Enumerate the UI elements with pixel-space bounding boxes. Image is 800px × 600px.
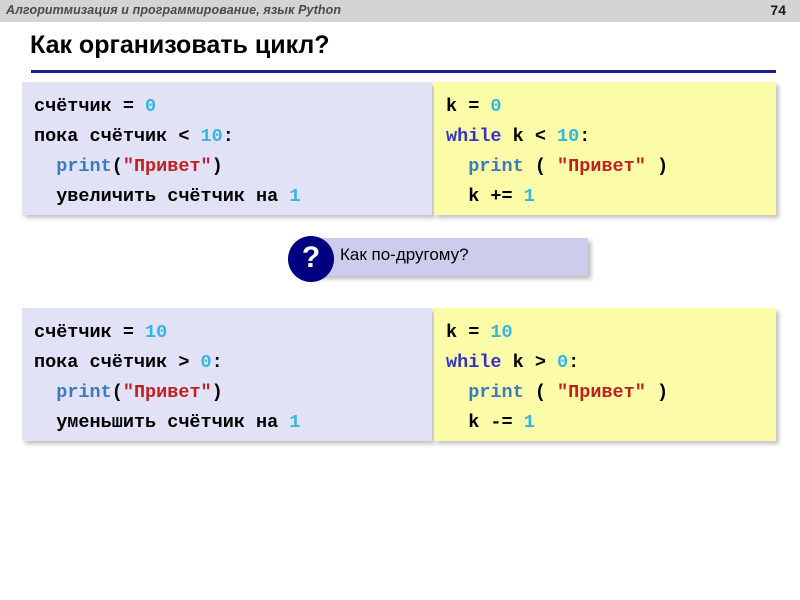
callout-label: Как по-другому? xyxy=(340,245,469,264)
code-line: k -= 1 xyxy=(446,408,776,438)
python-block-increment: k = 0 while k < 10: print ( "Привет" ) k … xyxy=(434,82,776,215)
code-line: while k > 0: xyxy=(446,348,776,378)
code-token-plain: ( xyxy=(111,156,123,177)
code-line: счётчик = 10 xyxy=(34,318,432,348)
slide-number: 74 xyxy=(770,2,786,18)
course-subtitle: Алгоритмизация и программирование, язык … xyxy=(6,3,342,17)
code-token-plain: ) xyxy=(645,156,669,177)
code-token-plain: ) xyxy=(211,156,223,177)
code-token-plain: k += xyxy=(446,186,524,207)
code-line: счётчик = 0 xyxy=(34,92,432,122)
code-line: print("Привет") xyxy=(34,152,432,182)
code-token-num: 0 xyxy=(490,96,502,117)
code-line: while k < 10: xyxy=(446,122,776,152)
code-token-fn: print xyxy=(468,156,524,177)
code-line: пока счётчик > 0: xyxy=(34,348,432,378)
code-token-plain: ) xyxy=(211,382,223,403)
header-bar: Алгоритмизация и программирование, язык … xyxy=(0,0,800,22)
code-token-plain: ( xyxy=(523,156,558,177)
code-token-plain: счётчик = xyxy=(34,96,146,117)
code-token-fn: print xyxy=(468,382,524,403)
code-token-plain: ( xyxy=(523,382,558,403)
code-token-kw: while xyxy=(446,126,502,147)
code-token-plain: : xyxy=(222,126,234,147)
code-token-num: 10 xyxy=(557,126,580,147)
code-line: увеличить счётчик на 1 xyxy=(34,182,432,212)
code-token-str: "Привет" xyxy=(557,382,646,403)
code-token-num: 1 xyxy=(289,186,301,207)
code-token-num: 10 xyxy=(200,126,223,147)
code-line: уменьшить счётчик на 1 xyxy=(34,408,432,438)
page-title: Как организовать цикл? xyxy=(30,31,330,59)
code-line: k += 1 xyxy=(446,182,776,212)
code-token-str: "Привет" xyxy=(122,156,212,177)
code-line: print ( "Привет" ) xyxy=(446,152,776,182)
code-token-plain: уменьшить счётчик на xyxy=(34,412,290,433)
code-line: print("Привет") xyxy=(34,378,432,408)
code-token-str: "Привет" xyxy=(557,156,646,177)
code-token-plain: : xyxy=(211,352,223,373)
title-divider xyxy=(31,70,776,73)
code-line: k = 0 xyxy=(446,92,776,122)
code-token-plain: ) xyxy=(645,382,669,403)
code-line: пока счётчик < 10: xyxy=(34,122,432,152)
code-token-plain: k = xyxy=(446,96,491,117)
code-line: k = 10 xyxy=(446,318,776,348)
code-token-plain: k < xyxy=(501,126,558,147)
code-token-plain: пока счётчик < xyxy=(34,126,201,147)
code-token-num: 0 xyxy=(145,96,157,117)
python-block-decrement: k = 10 while k > 0: print ( "Привет" ) k … xyxy=(434,308,776,441)
code-line: print ( "Привет" ) xyxy=(446,378,776,408)
code-token-num: 10 xyxy=(490,322,513,343)
code-token-fn: print xyxy=(56,156,112,177)
code-token-num: 1 xyxy=(523,412,535,433)
code-token-plain: ( xyxy=(111,382,123,403)
question-mark-icon: ? xyxy=(288,236,334,282)
code-token-plain: счётчик = xyxy=(34,322,146,343)
code-token-str: "Привет" xyxy=(122,382,212,403)
code-token-num: 0 xyxy=(200,352,212,373)
pseudocode-block-decrement: счётчик = 10 пока счётчик > 0: print("При… xyxy=(22,308,432,441)
code-token-kw: while xyxy=(446,352,502,373)
code-token-plain: k = xyxy=(446,322,491,343)
code-token-plain: : xyxy=(568,352,580,373)
code-token-num: 0 xyxy=(557,352,569,373)
code-token-plain: k -= xyxy=(446,412,524,433)
code-token-num: 1 xyxy=(523,186,535,207)
code-token-plain: пока счётчик > xyxy=(34,352,201,373)
question-mark-glyph: ? xyxy=(301,241,321,274)
code-token-plain: увеличить счётчик на xyxy=(34,186,290,207)
code-token-plain: k > xyxy=(501,352,558,373)
code-token-num: 10 xyxy=(145,322,168,343)
code-token-num: 1 xyxy=(289,412,301,433)
pseudocode-block-increment: счётчик = 0 пока счётчик < 10: print("При… xyxy=(22,82,432,215)
code-token-fn: print xyxy=(56,382,112,403)
code-token-plain: : xyxy=(579,126,591,147)
